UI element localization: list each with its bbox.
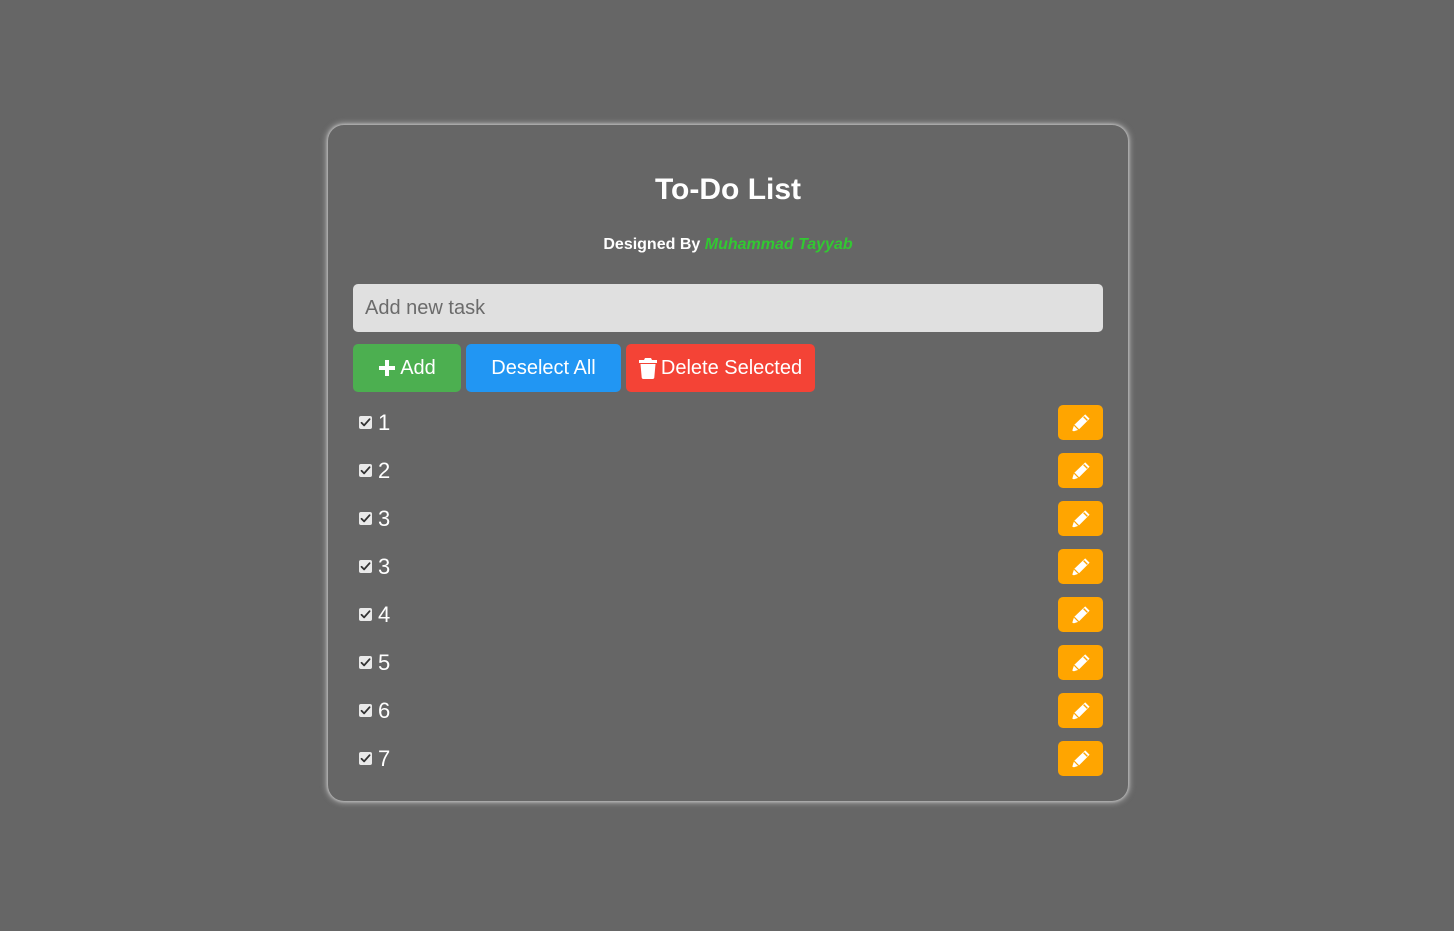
task-text: 3	[378, 505, 391, 531]
task-checkbox[interactable]	[359, 704, 372, 717]
pencil-icon	[1071, 557, 1091, 577]
task-checkbox[interactable]	[359, 560, 372, 573]
task-text: 7	[378, 745, 391, 771]
plus-icon	[378, 359, 396, 377]
task-checkbox[interactable]	[359, 464, 372, 477]
edit-task-button[interactable]	[1058, 693, 1103, 728]
checkmark-icon	[360, 657, 371, 668]
checkmark-icon	[360, 705, 371, 716]
new-task-input[interactable]	[353, 284, 1103, 332]
deselect-all-label: Deselect All	[491, 356, 596, 379]
task-checkbox[interactable]	[359, 752, 372, 765]
task-text: 1	[378, 409, 391, 435]
edit-task-button[interactable]	[1058, 645, 1103, 680]
pencil-icon	[1071, 413, 1091, 433]
task-checkbox[interactable]	[359, 608, 372, 621]
edit-task-button[interactable]	[1058, 501, 1103, 536]
task-item: 3	[353, 501, 1103, 536]
trash-icon	[638, 357, 657, 379]
delete-selected-label: Delete Selected	[660, 356, 803, 379]
task-text: 6	[378, 697, 391, 723]
add-button-label: Add	[400, 356, 436, 379]
task-item: 4	[353, 597, 1103, 632]
checkmark-icon	[360, 465, 371, 476]
task-checkbox[interactable]	[359, 656, 372, 669]
task-checkbox[interactable]	[359, 512, 372, 525]
checkmark-icon	[360, 513, 371, 524]
pencil-icon	[1071, 509, 1091, 529]
author-name: Muhammad Tayyab	[704, 236, 853, 253]
credit-prefix: Designed By	[603, 236, 701, 253]
pencil-icon	[1071, 461, 1091, 481]
checkmark-icon	[360, 753, 371, 764]
task-item: 3	[353, 549, 1103, 584]
pencil-icon	[1071, 653, 1091, 673]
task-item: 2	[353, 453, 1103, 488]
edit-task-button[interactable]	[1058, 549, 1103, 584]
checkmark-icon	[360, 561, 371, 572]
delete-selected-button[interactable]: Delete Selected	[626, 344, 815, 392]
edit-task-button[interactable]	[1058, 741, 1103, 776]
task-item: 5	[353, 645, 1103, 680]
checkmark-icon	[360, 417, 371, 428]
pencil-icon	[1071, 605, 1091, 625]
pencil-icon	[1071, 701, 1091, 721]
page-title: To-Do List	[654, 173, 802, 206]
edit-task-button[interactable]	[1058, 453, 1103, 488]
deselect-all-button[interactable]: Deselect All	[466, 344, 621, 392]
task-list: 1 2 3 3 4 5 6 7	[353, 405, 1103, 789]
edit-task-button[interactable]	[1058, 597, 1103, 632]
task-item: 6	[353, 693, 1103, 728]
task-text: 2	[378, 457, 391, 483]
task-item: 1	[353, 405, 1103, 440]
edit-task-button[interactable]	[1058, 405, 1103, 440]
task-checkbox[interactable]	[359, 416, 372, 429]
add-button[interactable]: Add	[353, 344, 461, 392]
pencil-icon	[1071, 749, 1091, 769]
todo-card: To-Do List Designed By Muhammad Tayyab A…	[328, 125, 1128, 801]
checkmark-icon	[360, 609, 371, 620]
designer-credit: Designed By Muhammad Tayyab	[328, 235, 1128, 255]
task-text: 5	[378, 649, 391, 675]
task-text: 4	[378, 601, 391, 627]
action-buttons: Add Deselect All Delete Selected	[353, 344, 815, 392]
task-text: 3	[378, 553, 391, 579]
task-item: 7	[353, 741, 1103, 776]
